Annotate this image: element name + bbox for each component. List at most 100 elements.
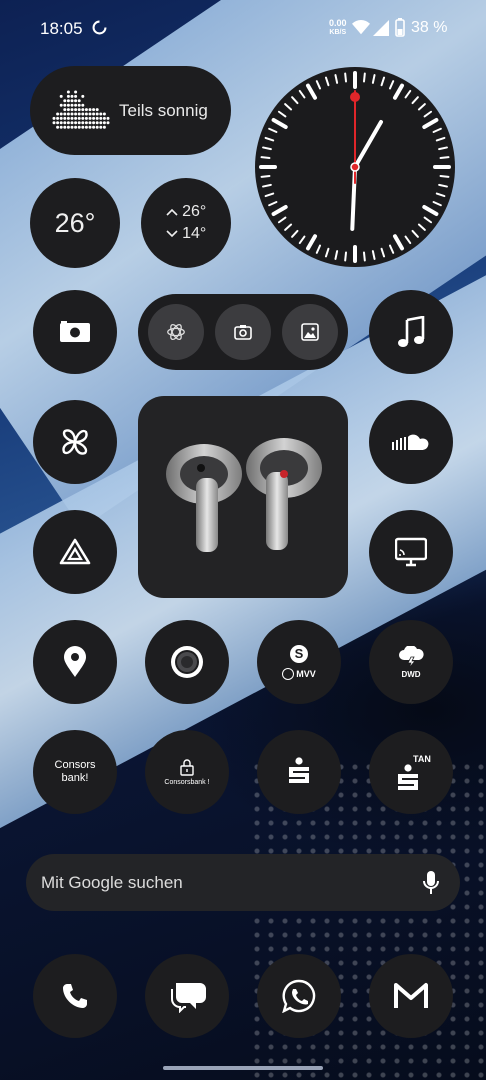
mvv-app-icon[interactable]: S MVV (257, 620, 341, 704)
earbuds-widget[interactable] (138, 396, 348, 598)
phone-icon (63, 984, 87, 1008)
phone-app-icon[interactable] (33, 954, 117, 1038)
dwd-label: DWD (401, 669, 421, 679)
hour-tick (306, 83, 317, 100)
minute-tick (298, 235, 306, 245)
analog-clock[interactable] (255, 67, 455, 267)
consorsbank-app-icon[interactable]: Consors bank! (33, 730, 117, 814)
current-temperature[interactable]: 26° (30, 178, 120, 268)
hour-tick (306, 234, 317, 251)
cellular-icon (373, 20, 389, 36)
soundcloud-icon (392, 434, 429, 450)
music-note-icon (398, 316, 425, 347)
minute-tick (423, 110, 433, 118)
sparkasse-tan-app-icon[interactable]: TAN (369, 730, 453, 814)
chevron-up-icon (166, 208, 178, 216)
earbuds-image (166, 438, 322, 552)
minute-tick (439, 156, 450, 160)
minute-tick (268, 200, 278, 207)
hour-tick (271, 205, 288, 216)
consorsbank-secureplus-app-icon[interactable]: Consorsbank ! (145, 730, 229, 814)
minute-tick (362, 251, 366, 262)
weather-widget[interactable]: Teils sonnig (30, 66, 231, 155)
minute-tick (380, 76, 386, 87)
gallery-icon (301, 323, 319, 341)
weather-condition: Teils sonnig (119, 101, 208, 120)
minute-tick (260, 156, 271, 160)
chevron-down-icon (166, 230, 178, 238)
minute-tick (371, 250, 376, 260)
minute-tick (435, 192, 446, 198)
music-app-icon[interactable] (369, 290, 453, 374)
sparkasse-app-icon[interactable] (257, 730, 341, 814)
high-temp: 26° (166, 201, 206, 223)
minute-tick (435, 136, 446, 142)
minute-tick (432, 127, 442, 134)
whatsapp-app-icon[interactable] (257, 954, 341, 1038)
minute-tick (371, 74, 376, 84)
dwd-app-icon[interactable]: DWD (369, 620, 453, 704)
s-bahn-icon: S (290, 644, 308, 663)
lens-app-icon[interactable] (145, 620, 229, 704)
cast-app-icon[interactable] (369, 510, 453, 594)
clock-face (259, 71, 451, 263)
hour-tick (271, 118, 288, 129)
minute-tick (380, 247, 386, 258)
low-temp: 14° (166, 223, 206, 245)
search-input[interactable]: Mit Google suchen (41, 873, 183, 893)
battery-icon (395, 18, 405, 37)
chat-bubbles-icon (171, 983, 206, 1013)
drive-app-icon[interactable] (33, 510, 117, 594)
hour-tick (393, 234, 404, 251)
minute-tick (291, 96, 299, 105)
minute-tick (324, 247, 330, 258)
google-search-bar[interactable]: Mit Google suchen (26, 854, 460, 911)
minute-tick (284, 223, 293, 231)
minute-tick (262, 183, 272, 188)
minute-tick (344, 72, 348, 83)
whatsapp-icon (282, 979, 316, 1013)
fan-app-icon[interactable] (33, 400, 117, 484)
minute-tick (334, 74, 339, 84)
minute-tick (432, 200, 442, 207)
soundcloud-app-icon[interactable] (369, 400, 453, 484)
gesture-navigation-bar[interactable] (163, 1066, 323, 1070)
battery-percent: 38 % (411, 19, 448, 36)
minute-tick (324, 76, 330, 87)
minute-tick (388, 244, 395, 254)
sparkasse-icon (398, 764, 418, 790)
gallery-shortcut-button[interactable] (282, 304, 338, 360)
maps-app-icon[interactable] (33, 620, 117, 704)
consors-label: Consors bank! (54, 759, 96, 784)
quick-actions-bar (138, 294, 348, 370)
minute-tick (315, 80, 322, 90)
gmail-app-icon[interactable] (369, 954, 453, 1038)
chatgpt-button[interactable] (148, 304, 204, 360)
minute-tick (262, 146, 272, 151)
minute-tick (264, 136, 275, 142)
camera-icon (234, 325, 252, 340)
current-temp-value: 26° (54, 207, 96, 238)
minute-tick (404, 235, 412, 245)
second-hand-tip (350, 92, 360, 102)
minute-tick (411, 96, 419, 105)
hour-tick (422, 118, 439, 129)
minute-tick (291, 229, 299, 238)
microphone-icon[interactable] (422, 870, 440, 896)
sync-icon (92, 20, 107, 35)
messages-app-icon[interactable] (145, 954, 229, 1038)
mvv-logo: MVV (282, 667, 316, 680)
camera-lens-icon (171, 646, 203, 678)
camera-app-icon[interactable] (33, 290, 117, 374)
minute-tick (260, 174, 271, 178)
hour-tick (422, 205, 439, 216)
partly-sunny-icon (52, 90, 110, 129)
camera-shortcut-button[interactable] (215, 304, 271, 360)
minute-tick (438, 183, 448, 188)
minute-tick (298, 89, 306, 99)
hour-hand (353, 119, 383, 169)
hour-tick (393, 83, 404, 100)
minute-tick (344, 251, 348, 262)
monitor-icon (395, 537, 427, 567)
temperature-range[interactable]: 26° 14° (141, 178, 231, 268)
